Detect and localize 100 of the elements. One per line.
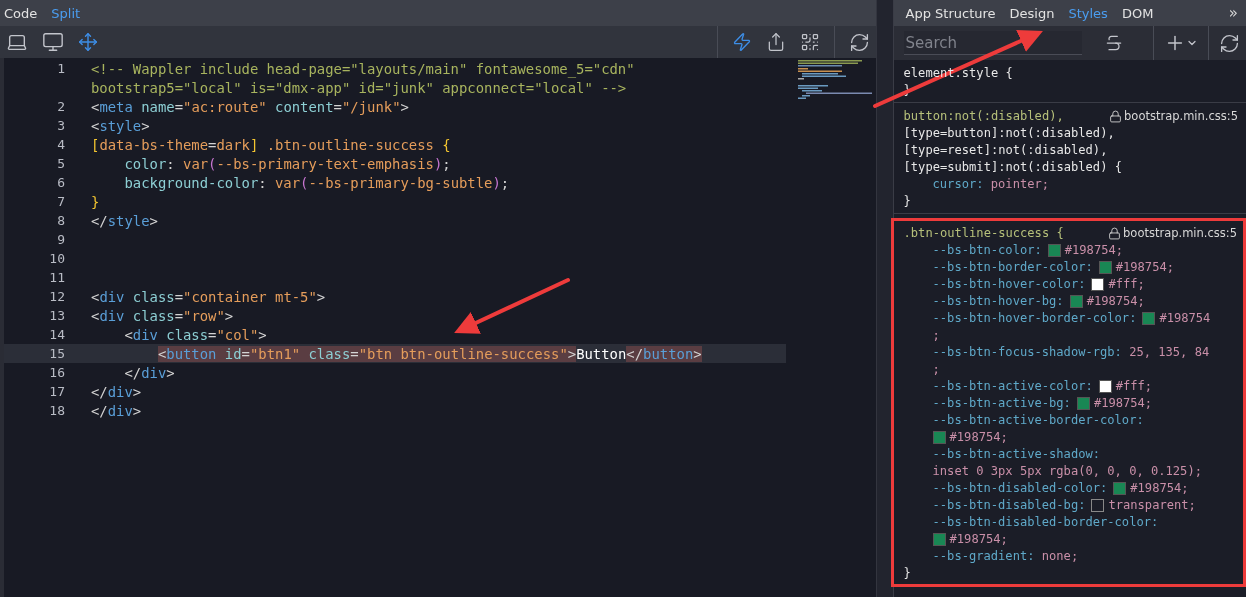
css-value: transparent; bbox=[1108, 497, 1196, 514]
view-tab[interactable]: Split bbox=[51, 5, 81, 21]
code-token: "row" bbox=[183, 307, 225, 324]
source-link[interactable]: bootstrap.min.css:5 bbox=[1108, 225, 1237, 242]
code-token: > bbox=[224, 307, 234, 324]
css-value: #fff; bbox=[1115, 378, 1153, 395]
css-value: #198754 bbox=[1159, 310, 1211, 327]
color-swatch[interactable] bbox=[1091, 278, 1105, 291]
source-link[interactable]: bootstrap.min.css:5 bbox=[1109, 108, 1238, 125]
line-number: 5 bbox=[56, 156, 66, 171]
color-swatch[interactable] bbox=[1098, 380, 1112, 393]
css-property: --bs-gradient: bbox=[932, 548, 1035, 565]
css-semicolon: ; bbox=[932, 327, 940, 344]
code-token: div bbox=[99, 307, 125, 324]
code-token: </ bbox=[91, 383, 108, 400]
code-token: </ bbox=[91, 212, 108, 229]
panel-tab[interactable]: App Structure bbox=[905, 5, 996, 21]
search-field[interactable]: Search bbox=[903, 31, 1082, 55]
panel-tab[interactable]: Styles bbox=[1068, 5, 1108, 21]
code-token: < bbox=[91, 98, 100, 115]
code-token: div bbox=[107, 383, 133, 400]
empty-swatch[interactable] bbox=[1091, 499, 1105, 512]
code-token: : bbox=[258, 174, 268, 191]
code-token: </ bbox=[124, 364, 142, 381]
css-value: #198754; bbox=[949, 531, 1008, 548]
css-property: --bs-btn-focus-shadow-rgb: bbox=[932, 344, 1122, 361]
css-property: --bs-btn-disabled-color: bbox=[932, 480, 1108, 497]
more-tabs-button[interactable]: » bbox=[1228, 4, 1238, 22]
code-token: = bbox=[174, 307, 184, 324]
color-swatch[interactable] bbox=[1113, 482, 1127, 495]
panel-tab[interactable]: Design bbox=[1009, 5, 1055, 21]
css-property: --bs-btn-disabled-bg: bbox=[932, 497, 1086, 514]
line-number: 11 bbox=[48, 270, 66, 285]
color-swatch[interactable] bbox=[1047, 244, 1061, 257]
code-token: class bbox=[165, 326, 209, 343]
code-token: color bbox=[124, 155, 167, 172]
css-property: cursor: bbox=[932, 176, 984, 193]
refresh-icon[interactable] bbox=[848, 31, 870, 53]
css-property: --bs-btn-hover-color: bbox=[932, 276, 1086, 293]
color-swatch[interactable] bbox=[932, 533, 946, 546]
code-token: = bbox=[174, 98, 184, 115]
code-token: div bbox=[107, 402, 133, 419]
code-token: var bbox=[183, 155, 209, 172]
code-token: class bbox=[131, 288, 175, 305]
code-token: "container mt-5" bbox=[183, 288, 317, 305]
code-token: </ bbox=[626, 345, 644, 362]
lightning-icon[interactable] bbox=[731, 32, 752, 52]
css-value: inset 0 3px 5px rgba(0, 0, 0, 0.125); bbox=[932, 463, 1202, 480]
code-token: ) bbox=[433, 155, 443, 172]
code-token: .btn-outline-success bbox=[265, 136, 435, 153]
scrollbar[interactable] bbox=[875, 0, 893, 597]
code-token: > bbox=[141, 117, 150, 134]
qr-code-icon[interactable] bbox=[799, 32, 820, 52]
line-number: 13 bbox=[48, 308, 66, 323]
css-value: #198754; bbox=[1130, 480, 1189, 497]
refresh-icon[interactable] bbox=[1219, 32, 1240, 54]
minimap-drawing[interactable] bbox=[797, 60, 872, 100]
css-property: --bs-btn-color: bbox=[932, 242, 1042, 259]
code-token: style bbox=[99, 117, 142, 134]
color-swatch[interactable] bbox=[932, 431, 946, 444]
code-token: > bbox=[693, 345, 702, 362]
code-token: = bbox=[350, 345, 359, 362]
line-number: 7 bbox=[56, 194, 66, 209]
move-icon[interactable] bbox=[78, 32, 98, 52]
css-property: --bs-btn-active-bg: bbox=[932, 395, 1071, 412]
line-number: 3 bbox=[56, 118, 66, 133]
code-token: { bbox=[442, 136, 451, 153]
css-property: --bs-btn-active-color: bbox=[932, 378, 1093, 395]
code-token: class bbox=[131, 307, 175, 324]
code-token: < bbox=[91, 307, 100, 324]
panel-tab[interactable]: DOM bbox=[1121, 5, 1154, 21]
view-tab[interactable]: Code bbox=[4, 5, 38, 21]
code-token: ; bbox=[500, 174, 510, 191]
css-value: #198754; bbox=[949, 429, 1008, 446]
css-property: --bs-btn-border-color: bbox=[932, 259, 1093, 276]
code-token: div bbox=[132, 326, 158, 343]
css-property: --bs-btn-hover-bg: bbox=[932, 293, 1064, 310]
code-token: < bbox=[91, 288, 100, 305]
css-property: --bs-btn-active-border-color: bbox=[932, 412, 1144, 429]
code-token: div bbox=[99, 288, 125, 305]
color-swatch[interactable] bbox=[1069, 295, 1083, 308]
line-number: 4 bbox=[56, 137, 66, 152]
code-token: = bbox=[208, 326, 217, 343]
code-token: bootstrap5="local" is="dmx-app" id="junk" appconnect="local" --> bbox=[91, 79, 627, 96]
lock-icon bbox=[1108, 227, 1122, 240]
lock-icon bbox=[1109, 110, 1123, 123]
color-swatch[interactable] bbox=[1098, 261, 1112, 274]
color-swatch[interactable] bbox=[1142, 312, 1156, 325]
code-token: <!-- Wappler include head-page="layouts/main" fontawesome_5="cdn" bbox=[91, 60, 635, 77]
css-value: #fff; bbox=[1108, 276, 1145, 293]
code-token: } bbox=[91, 193, 100, 210]
code-token: data-bs-theme bbox=[99, 136, 209, 153]
monitor-icon[interactable] bbox=[42, 31, 64, 53]
color-swatch[interactable] bbox=[1076, 397, 1090, 410]
code-token: < bbox=[124, 326, 133, 343]
code-token: name bbox=[140, 98, 175, 115]
css-property: --bs-btn-active-shadow: bbox=[932, 446, 1101, 463]
css-selector: .btn-outline-success { bbox=[903, 225, 1064, 242]
css-semicolon: ; bbox=[932, 361, 940, 378]
code-token: = bbox=[174, 288, 184, 305]
